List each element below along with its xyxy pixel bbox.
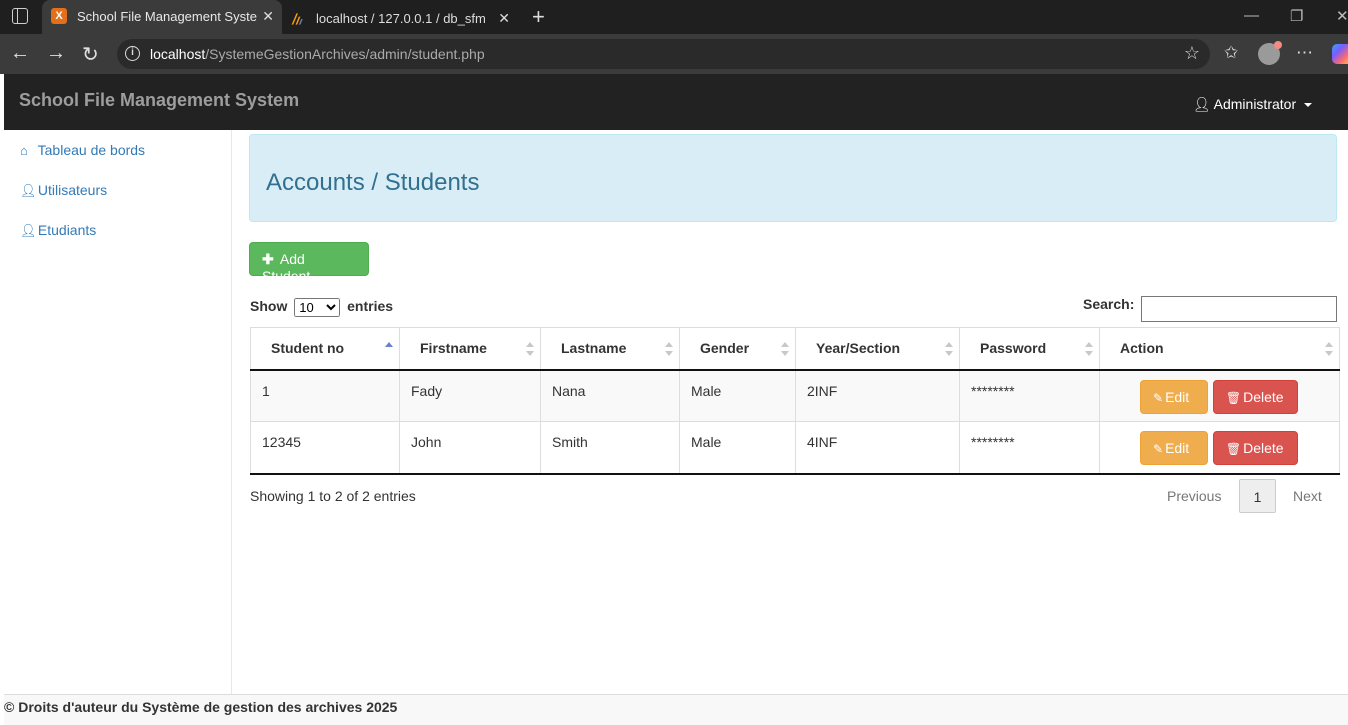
footer-copyright: © Droits d'auteur du Système de gestion …	[4, 699, 398, 715]
phpmyadmin-icon	[291, 13, 303, 25]
sidebar-item-students[interactable]: 👤︎ Etudiants	[20, 222, 96, 239]
cell-firstname: John	[399, 421, 541, 475]
top-navbar: School File Management System 👤︎ Adminis…	[4, 74, 1348, 130]
table-row: 12345 John Smith Male 4INF ******** ✎ Edi…	[250, 421, 1340, 475]
column-header-password[interactable]: Password	[959, 327, 1100, 371]
brand-title[interactable]: School File Management System	[19, 90, 299, 111]
delete-button[interactable]: 🗑︎ Delete	[1212, 379, 1298, 414]
students-table: Student no Firstname Lastname Gender Yea…	[250, 327, 1340, 475]
edit-button[interactable]: ✎ Edit	[1140, 431, 1208, 465]
sort-icon	[665, 342, 673, 356]
trash-icon: 🗑︎	[1225, 442, 1242, 456]
url-text: localhost/SystemeGestionArchives/admin/s…	[150, 46, 485, 62]
caret-down-icon	[1304, 103, 1312, 108]
tab-actions-icon[interactable]	[12, 8, 28, 24]
sort-icon	[526, 342, 534, 356]
sidebar: ⌂ Tableau de bords 👤︎ Utilisateurs 👤︎ Et…	[4, 130, 232, 694]
address-bar[interactable]: i localhost/SystemeGestionArchives/admin…	[117, 39, 1210, 69]
cell-lastname: Smith	[540, 421, 680, 475]
cell-year-section: 2INF	[795, 369, 960, 422]
sidebar-item-users[interactable]: 👤︎ Utilisateurs	[20, 182, 107, 199]
column-header-student-no[interactable]: Student no	[250, 327, 400, 371]
sidebar-item-dashboard[interactable]: ⌂ Tableau de bords	[20, 142, 145, 158]
table-header-row: Student no Firstname Lastname Gender Yea…	[250, 327, 1340, 371]
favorite-star-icon[interactable]: ☆	[1184, 43, 1200, 64]
cell-year-section: 4INF	[795, 421, 960, 475]
site-info-icon[interactable]: i	[125, 46, 140, 61]
table-info: Showing 1 to 2 of 2 entries	[250, 488, 416, 504]
copilot-icon[interactable]	[1332, 44, 1348, 64]
minimize-icon[interactable]: —	[1244, 7, 1259, 24]
cell-gender: Male	[679, 369, 796, 422]
close-tab-icon[interactable]: ✕	[262, 8, 274, 25]
cell-student-no: 1	[250, 369, 400, 422]
user-name: Administrator	[1213, 96, 1297, 112]
tab-title: School File Management System	[77, 9, 257, 24]
cell-action: ✎ Edit 🗑︎ Delete	[1099, 369, 1340, 422]
cell-firstname: Fady	[399, 369, 541, 422]
close-tab-icon[interactable]: ✕	[498, 10, 510, 27]
cell-password: ********	[959, 421, 1100, 475]
page-title: Accounts / Students	[266, 169, 480, 196]
column-header-action[interactable]: Action	[1099, 327, 1340, 371]
close-window-icon[interactable]: ✕	[1336, 7, 1348, 25]
trash-icon: 🗑︎	[1225, 390, 1242, 405]
search-input[interactable]	[1141, 296, 1337, 322]
column-header-lastname[interactable]: Lastname	[540, 327, 680, 371]
user-icon: 👤︎	[20, 183, 37, 198]
more-options-icon[interactable]: ⋯	[1296, 43, 1313, 63]
user-dropdown[interactable]: 👤︎ Administrator	[1193, 96, 1312, 113]
browser-tab-bar: X School File Management System ✕ localh…	[0, 0, 1348, 34]
forward-icon[interactable]: →	[46, 42, 66, 65]
tab-phpmyadmin[interactable]: localhost / 127.0.0.1 / db_sfms / s ✕	[284, 2, 518, 32]
edit-button[interactable]: ✎ Edit	[1140, 379, 1208, 414]
user-icon: 👤︎	[1192, 96, 1211, 112]
sort-icon	[1085, 342, 1093, 356]
add-student-button[interactable]: ✚ Add Student	[249, 242, 369, 284]
cell-student-no: 12345	[250, 421, 400, 475]
browser-toolbar: ← → ↻ i localhost/SystemeGestionArchives…	[0, 34, 1348, 74]
favorites-icon[interactable]: ✩	[1224, 43, 1238, 63]
sort-icon	[781, 342, 789, 356]
plus-icon: ✚	[262, 251, 274, 267]
edit-icon: ✎	[1153, 442, 1164, 456]
page-1-button[interactable]: 1	[1239, 479, 1276, 513]
previous-page-button[interactable]: Previous	[1167, 479, 1221, 513]
sort-icon	[945, 342, 953, 356]
new-tab-icon[interactable]: +	[532, 4, 545, 30]
restore-icon[interactable]: ❐	[1290, 7, 1303, 25]
page-size-select[interactable]: 10	[294, 298, 341, 317]
footer: © Droits d'auteur du Système de gestion …	[4, 694, 1348, 725]
page-heading-panel: Accounts / Students	[249, 134, 1337, 222]
delete-button[interactable]: 🗑︎ Delete	[1212, 431, 1298, 465]
sort-icon	[1325, 342, 1333, 356]
profile-avatar[interactable]	[1258, 41, 1282, 65]
show-entries-control: Show 10 entries	[250, 298, 393, 317]
cell-gender: Male	[679, 421, 796, 475]
column-header-firstname[interactable]: Firstname	[399, 327, 541, 371]
back-icon[interactable]: ←	[10, 42, 30, 65]
reload-icon[interactable]: ↻	[82, 42, 99, 67]
cell-password: ********	[959, 369, 1100, 422]
cell-action: ✎ Edit 🗑︎ Delete	[1099, 421, 1340, 475]
user-icon: 👤︎	[20, 223, 37, 238]
column-header-year-section[interactable]: Year/Section	[795, 327, 960, 371]
search-control: Search:	[1083, 296, 1337, 322]
tab-school-file-management[interactable]: X School File Management System ✕	[42, 0, 282, 34]
sort-ascending-icon	[385, 342, 393, 356]
edit-icon: ✎	[1153, 390, 1164, 405]
next-page-button[interactable]: Next	[1293, 479, 1322, 513]
app-page: School File Management System 👤︎ Adminis…	[4, 74, 1348, 725]
column-header-gender[interactable]: Gender	[679, 327, 796, 371]
tab-title: localhost / 127.0.0.1 / db_sfms / s	[316, 11, 486, 26]
xampp-favicon-icon: X	[51, 8, 67, 24]
cell-lastname: Nana	[540, 369, 680, 422]
table-row: 1 Fady Nana Male 2INF ******** ✎ Edit 🗑︎ D…	[250, 369, 1340, 422]
home-icon: ⌂	[20, 143, 28, 158]
